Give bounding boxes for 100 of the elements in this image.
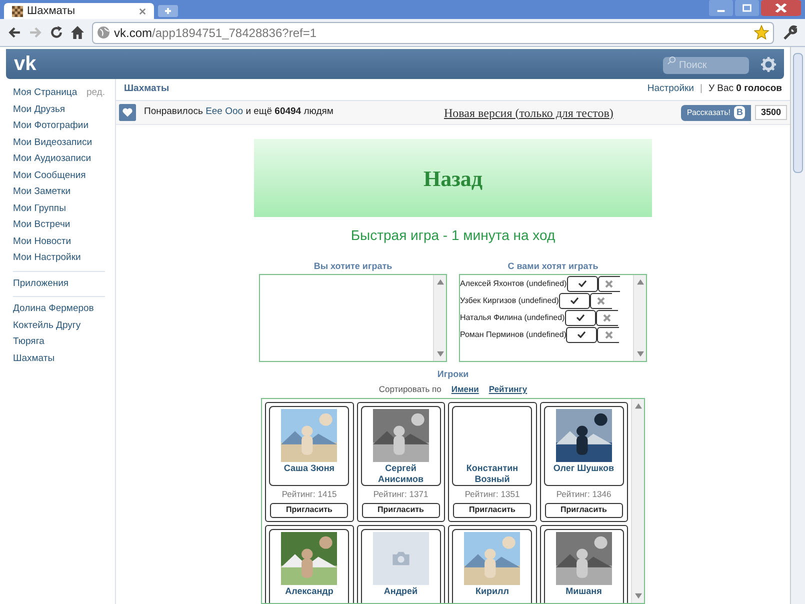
sort-link[interactable]: Имени [451,383,479,396]
check-icon [578,280,587,287]
request-name: Наталья Филина (undefined) [460,312,565,324]
sort-link[interactable]: Рейтингу [488,383,528,396]
request-name: Роман Перминов (undefined) [460,328,566,340]
sidebar-link[interactable]: Долина Фермеров [13,302,94,316]
scroll-up-icon[interactable] [436,278,444,284]
search-field[interactable]: Поиск [663,57,749,74]
player-rating: Рейтинг: 1371 [373,488,428,500]
players-title: Игроки [437,368,469,381]
sort-label: Сортировать по [378,383,442,396]
request-name: Алексей Яхонтов (undefined) [460,278,567,290]
check-icon [576,314,585,321]
player-name[interactable]: Кирилл [454,586,530,597]
player-rating: Рейтинг: 1346 [556,488,612,500]
new-version-link[interactable]: Новая версия (только для тестов) [444,104,681,122]
back-icon[interactable] [8,26,21,39]
wrench-icon[interactable] [782,25,797,40]
minimize-icon[interactable] [709,0,733,16]
request-name: Узбек Киргизов (undefined) [460,294,559,306]
player-name[interactable]: Андрей [362,586,439,597]
vk-logo[interactable]: vk [14,54,663,74]
close-icon[interactable] [761,0,801,16]
scroll-down-icon[interactable] [636,350,644,356]
list-box[interactable]: Алексей Яхонтов (undefined) Узбек Киргизов (undefined) Наталья Филина (undefined) Роман Перминов (undefined) [459,274,647,362]
player-frame[interactable]: Александр [269,528,350,603]
search-icon [667,56,676,65]
scrollbar-thumb[interactable] [793,53,803,173]
sidebar-link[interactable]: Моя Страница [13,86,78,100]
game-mode-title: Быстрая игра - 1 минута на ход [350,226,556,245]
accept-button[interactable] [566,276,598,292]
player-frame[interactable]: Сергей Анисимов [360,406,441,486]
sidebar-link[interactable]: Мои Сообщения [13,168,86,183]
reload-icon[interactable] [50,26,63,39]
player-name[interactable]: Олег Шушков [546,462,622,474]
player-frame[interactable]: Олег Шушков [544,406,624,486]
new-tab-icon[interactable] [158,5,178,17]
decline-button[interactable] [590,292,612,308]
scroll-up-icon[interactable] [634,402,642,409]
decline-button[interactable] [598,276,620,292]
player-frame[interactable]: Андрей [360,528,441,603]
share-button[interactable]: Рассказать! В [680,104,751,120]
check-icon [570,297,579,304]
cross-icon [604,330,613,338]
globe-icon [97,26,110,39]
sidebar-link[interactable]: Тюряга [13,335,44,350]
scroll-down-icon[interactable] [634,593,642,599]
share-count: 3500 [754,105,787,120]
accept-button[interactable] [558,292,590,308]
player-rating: Рейтинг: 1415 [282,488,337,500]
app-title: Шахматы [124,82,170,96]
address-bar[interactable]: vk.com/app1894751_78428836?ref=1 [92,22,774,44]
invite-button[interactable]: Пригласить [544,502,623,518]
player-rating: Рейтинг: 1351 [464,488,520,500]
accept-button[interactable] [566,326,598,342]
panel-title: Вы хотите играть [314,260,392,273]
player-frame[interactable]: Мишаня [544,528,624,603]
settings-link[interactable]: Настройки [647,82,694,97]
restore-icon[interactable] [735,0,759,16]
sidebar-link[interactable]: Мои Встречи [13,218,70,232]
decline-button[interactable] [597,326,620,342]
player-frame[interactable]: Саша Зюня [269,406,350,486]
decline-button[interactable] [596,310,618,326]
scroll-down-icon[interactable] [436,350,444,356]
sidebar-link[interactable]: Мои Заметки [13,185,71,200]
sidebar-link[interactable]: Мои Новости [13,234,72,249]
likes-text: Понравилось Еее Ооо и ещё 60494 людям [144,105,334,120]
sidebar-link[interactable]: Мои Группы [13,202,66,216]
accept-button[interactable] [564,310,596,326]
camera-icon [390,550,411,567]
invite-button[interactable]: Пригласить [362,502,440,518]
invite-button[interactable]: Пригласить [453,502,532,518]
friend-link[interactable]: Еее Ооо [206,106,244,118]
scroll-up-icon[interactable] [636,278,644,284]
list-box[interactable] [259,274,447,362]
votes-text: У Вас 0 голосов [708,82,782,96]
player-name[interactable]: Александр [271,586,348,597]
invite-button[interactable]: Пригласить [270,502,348,518]
player-name[interactable]: Саша Зюня [271,462,348,474]
chessboard-icon [12,6,23,16]
sidebar-link[interactable]: Коктейль Другу [13,318,81,333]
sidebar-link[interactable]: Мои Настройки [13,251,81,266]
sidebar-link[interactable]: Мои Друзья [13,102,66,117]
sidebar-link[interactable]: Шахматы [13,352,55,366]
player-frame[interactable]: Константин Возный [452,406,532,486]
home-icon[interactable] [71,26,84,39]
star-icon[interactable] [754,25,769,40]
back-banner[interactable]: Назад [254,139,652,217]
separator-text: | [700,82,702,96]
settings-icon[interactable] [761,56,776,72]
player-name[interactable]: Мишаня [546,586,622,597]
sidebar-link[interactable]: Мои Видеозаписи [13,136,92,150]
close-icon[interactable] [139,8,146,14]
sidebar-link[interactable]: Приложения [13,276,69,291]
player-frame[interactable]: Кирилл [452,528,532,603]
sidebar-link[interactable]: Мои Фотографии [13,119,89,134]
player-name[interactable]: Сергей Анисимов [362,462,439,485]
sidebar-link[interactable]: Мои Аудиозаписи [13,152,92,166]
player-name[interactable]: Константин Возный [454,462,530,485]
panel-title: С вами хотят играть [508,260,598,273]
